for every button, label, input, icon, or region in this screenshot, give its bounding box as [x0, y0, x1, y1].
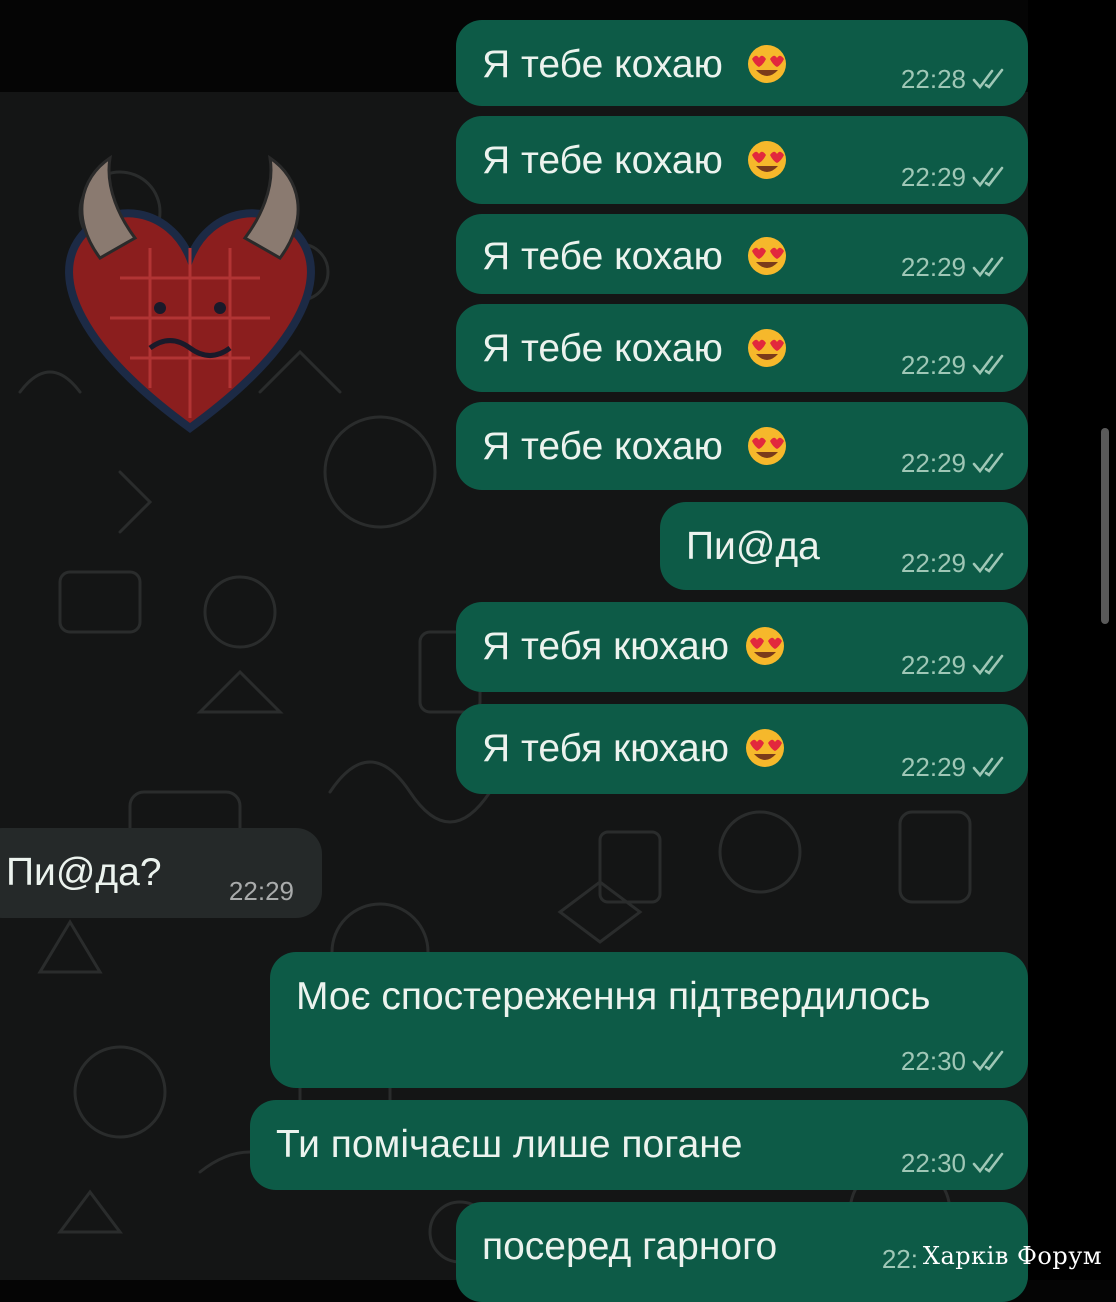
message-bubble-outgoing[interactable]: Я тебе кохаю 22:29	[456, 304, 1028, 392]
double-check-icon	[972, 1152, 1004, 1174]
message-bubble-outgoing[interactable]: Я тебе кохаю 22:29	[456, 116, 1028, 204]
message-bubble-outgoing[interactable]: Моє спостереження підтвердилось 22:30	[270, 952, 1028, 1088]
double-check-icon	[972, 68, 1004, 90]
forum-watermark: Харків Форум	[922, 1242, 1102, 1270]
message-text: Я тебе кохаю	[482, 43, 723, 86]
message-text: Пи@да	[686, 525, 820, 568]
message-text: Моє спостереження підтвердилось	[296, 975, 931, 1018]
heart-eyes-emoji-icon	[747, 141, 786, 179]
message-time: 22:29	[228, 876, 294, 906]
double-check-icon	[972, 552, 1004, 574]
message-bubble-outgoing[interactable]: Ти помічаєш лише погане 22:30	[250, 1100, 1028, 1190]
right-edge-strip	[1028, 0, 1116, 1280]
message-bubble-incoming[interactable]: Пи@да? 22:29	[0, 828, 322, 918]
message-time: 22:29	[900, 162, 966, 192]
message-text: Ти помічаєш лише погане	[276, 1123, 743, 1166]
double-check-icon	[972, 166, 1004, 188]
devil-heart-sticker[interactable]	[40, 148, 340, 448]
message-time: 22:29	[900, 752, 966, 782]
message-text: Пи@да?	[6, 851, 162, 894]
double-check-icon	[972, 756, 1004, 778]
heart-eyes-emoji-icon	[745, 627, 784, 665]
message-time: 22:29	[900, 650, 966, 680]
heart-eyes-emoji-icon	[747, 237, 786, 275]
double-check-icon	[972, 654, 1004, 676]
scrollbar-thumb[interactable]	[1101, 428, 1109, 624]
message-text: Я тебе кохаю	[482, 425, 723, 468]
message-bubble-outgoing[interactable]: Я тебя кюхаю 22:29	[456, 704, 1028, 794]
message-time: 22:29	[900, 350, 966, 380]
message-bubble-outgoing[interactable]: Я тебе кохаю 22:29	[456, 402, 1028, 490]
message-time: 22:29	[900, 448, 966, 478]
double-check-icon	[972, 354, 1004, 376]
message-time: 22:29	[900, 252, 966, 282]
message-time: 22:30	[900, 1046, 966, 1076]
heart-eyes-emoji-icon	[747, 45, 786, 83]
heart-eyes-emoji-icon	[747, 427, 786, 465]
message-time: 22:30	[900, 1148, 966, 1178]
message-time: 22:	[881, 1244, 918, 1274]
double-check-icon	[972, 452, 1004, 474]
double-check-icon	[972, 256, 1004, 278]
message-text: Я тебе кохаю	[482, 235, 723, 278]
heart-eyes-emoji-icon	[745, 729, 784, 767]
message-text: Я тебе кохаю	[482, 139, 723, 182]
message-bubble-outgoing[interactable]: Я тебя кюхаю 22:29	[456, 602, 1028, 692]
message-time: 22:29	[900, 548, 966, 578]
message-text: Я тебе кохаю	[482, 327, 723, 370]
message-bubble-outgoing[interactable]: Пи@да 22:29	[660, 502, 1028, 590]
message-text: Я тебя кюхаю	[482, 625, 729, 668]
message-text: Я тебя кюхаю	[482, 727, 729, 770]
message-time: 22:28	[900, 64, 966, 94]
message-bubble-outgoing[interactable]: Я тебе кохаю 22:29	[456, 214, 1028, 294]
double-check-icon	[972, 1050, 1004, 1072]
message-bubble-outgoing[interactable]: Я тебе кохаю 22:28	[456, 20, 1028, 106]
heart-eyes-emoji-icon	[747, 329, 786, 367]
message-text: посеред гарного	[482, 1225, 778, 1268]
